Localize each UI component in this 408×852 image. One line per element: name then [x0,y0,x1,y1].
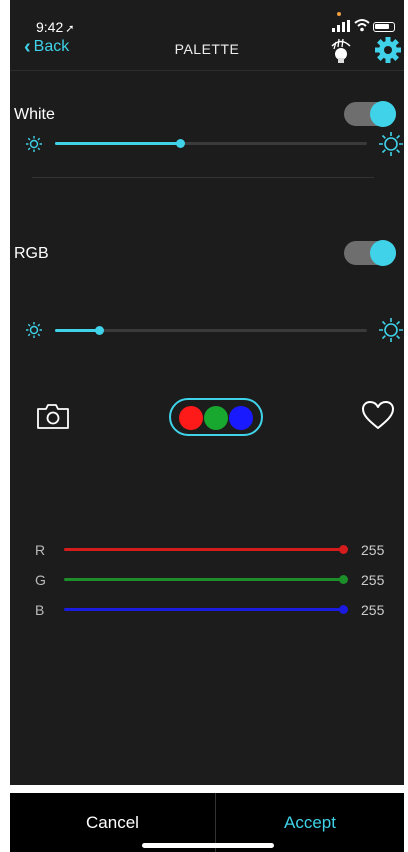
brightness-low-icon [26,322,42,338]
channel-label-r: R [35,542,46,558]
channel-value-r: 255 [361,542,385,558]
brightness-high-icon [379,318,403,342]
brightness-high-icon [379,132,403,156]
home-indicator [142,843,274,848]
nav-divider [10,70,404,71]
slider-fill [55,329,99,332]
status-bar: 9:42 ➚ [10,0,404,35]
camera-icon[interactable] [36,402,70,430]
slider-thumb[interactable] [339,575,348,584]
red-channel-slider[interactable] [64,545,348,554]
white-toggle[interactable] [344,101,396,127]
battery-icon [373,22,395,32]
channel-value-g: 255 [361,572,385,588]
toggle-knob [370,101,396,127]
channel-label-g: G [35,572,46,588]
green-swatch [204,406,228,430]
wifi-icon [354,19,370,32]
cellular-signal-icon [332,20,350,32]
privacy-indicator-icon [337,12,341,16]
blue-swatch [229,406,253,430]
toggle-knob [370,240,396,266]
slider-thumb[interactable] [339,545,348,554]
light-bulb-icon[interactable] [328,34,354,66]
brightness-low-icon [26,136,42,152]
status-time: 9:42 ➚ [36,19,75,35]
color-swatch-button[interactable] [169,398,263,436]
palette-screen: 9:42 ➚ ‹ Back PALETTE White RGB R 255 G … [10,0,404,852]
section-divider [32,177,374,178]
gear-icon[interactable] [374,36,402,64]
blue-channel-slider[interactable] [64,605,348,614]
white-brightness-slider[interactable] [55,139,367,148]
red-swatch [179,406,203,430]
slider-thumb[interactable] [94,326,104,335]
channel-label-b: B [35,602,45,618]
rgb-label: RGB [14,245,49,262]
rgb-toggle[interactable] [344,240,396,266]
slider-fill [55,142,180,145]
slider-thumb[interactable] [339,605,348,614]
nav-bar: ‹ Back PALETTE [10,34,404,66]
green-channel-slider[interactable] [64,575,348,584]
heart-icon[interactable] [360,399,396,431]
channel-value-b: 255 [361,602,385,618]
white-label: White [14,106,55,123]
rgb-brightness-slider[interactable] [55,326,367,335]
slider-thumb[interactable] [175,139,185,148]
footer-separator [10,785,404,793]
